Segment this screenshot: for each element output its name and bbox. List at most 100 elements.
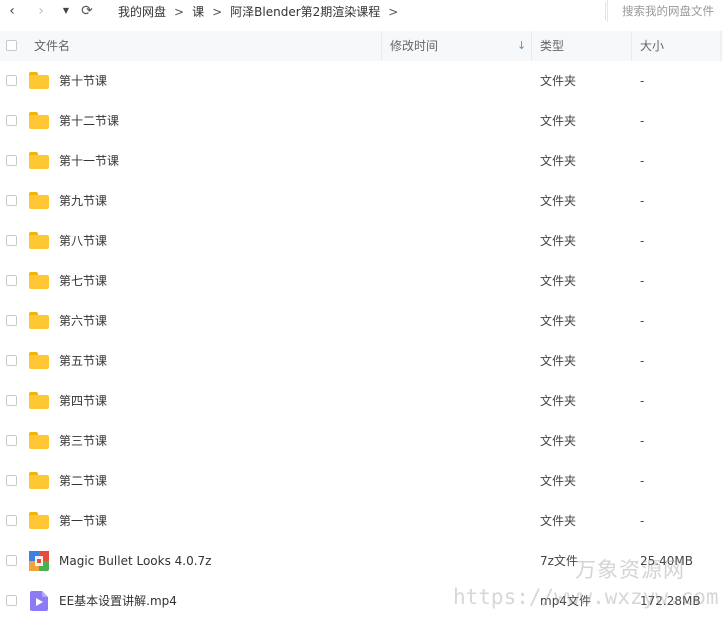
file-type: 文件夹 — [540, 474, 577, 488]
search-input[interactable]: 搜索我的网盘文件 — [607, 0, 723, 22]
file-row[interactable]: 第一节课 文件夹 - — [0, 501, 723, 541]
file-row[interactable]: 第十节课 文件夹 - — [0, 61, 723, 101]
forward-arrow-icon[interactable]: › — [33, 0, 49, 22]
file-row[interactable]: 第四节课 文件夹 - — [0, 381, 723, 421]
folder-icon — [29, 352, 49, 369]
file-row[interactable]: 第九节课 文件夹 - — [0, 181, 723, 221]
file-type: 文件夹 — [540, 314, 577, 328]
file-type: 文件夹 — [540, 274, 577, 288]
row-checkbox[interactable] — [6, 395, 17, 406]
column-header-name[interactable]: 文件名 — [34, 31, 70, 61]
file-list-header: 文件名 修改时间 ↓ 类型 大小 — [0, 31, 723, 61]
file-name[interactable]: 第八节课 — [59, 221, 107, 261]
refresh-icon[interactable]: ⟳ — [78, 0, 96, 22]
breadcrumb-item-course[interactable]: 课 — [192, 3, 204, 20]
column-divider — [631, 31, 632, 61]
file-size: - — [640, 114, 645, 128]
file-name[interactable]: 第十二节课 — [59, 101, 119, 141]
folder-icon — [29, 392, 49, 409]
file-row[interactable]: 第二节课 文件夹 - — [0, 461, 723, 501]
file-type: 文件夹 — [540, 154, 577, 168]
file-size: - — [640, 154, 645, 168]
column-header-modified[interactable]: 修改时间 — [390, 31, 438, 61]
archive-icon — [29, 551, 49, 571]
file-type: 文件夹 — [540, 434, 577, 448]
file-size: - — [640, 314, 645, 328]
file-row[interactable]: 第八节课 文件夹 - — [0, 221, 723, 261]
file-name[interactable]: 第十一节课 — [59, 141, 119, 181]
folder-icon — [29, 112, 49, 129]
file-size: - — [640, 474, 645, 488]
file-size: - — [640, 394, 645, 408]
breadcrumb-item-my-drive[interactable]: 我的网盘 — [118, 3, 166, 20]
sort-descending-icon[interactable]: ↓ — [517, 31, 526, 61]
row-checkbox[interactable] — [6, 155, 17, 166]
breadcrumb: 我的网盘 > 课 > 阿泽Blender第2期渲染课程 > — [118, 3, 406, 20]
row-checkbox[interactable] — [6, 195, 17, 206]
breadcrumb-separator: > — [388, 5, 399, 19]
folder-icon — [29, 472, 49, 489]
folder-icon — [29, 512, 49, 529]
file-name[interactable]: 第四节课 — [59, 381, 107, 421]
breadcrumb-item-current-folder[interactable]: 阿泽Blender第2期渲染课程 — [230, 3, 380, 20]
file-row[interactable]: 第六节课 文件夹 - — [0, 301, 723, 341]
row-checkbox[interactable] — [6, 595, 17, 606]
video-icon — [30, 591, 48, 611]
file-type: 文件夹 — [540, 514, 577, 528]
file-size: - — [640, 274, 645, 288]
row-checkbox[interactable] — [6, 435, 17, 446]
folder-icon — [29, 152, 49, 169]
file-name[interactable]: 第五节课 — [59, 341, 107, 381]
row-checkbox[interactable] — [6, 315, 17, 326]
file-name[interactable]: EE基本设置讲解.mp4 — [59, 581, 177, 621]
row-checkbox[interactable] — [6, 75, 17, 86]
file-size: - — [640, 514, 645, 528]
file-size: - — [640, 354, 645, 368]
select-all-checkbox[interactable] — [6, 40, 17, 51]
file-row[interactable]: 第五节课 文件夹 - — [0, 341, 723, 381]
file-row[interactable]: 第七节课 文件夹 - — [0, 261, 723, 301]
row-checkbox[interactable] — [6, 355, 17, 366]
file-size: - — [640, 194, 645, 208]
file-row[interactable]: 第十二节课 文件夹 - — [0, 101, 723, 141]
column-divider — [531, 31, 532, 61]
folder-icon — [29, 272, 49, 289]
file-name[interactable]: Magic Bullet Looks 4.0.7z — [59, 541, 211, 581]
file-type: 文件夹 — [540, 234, 577, 248]
folder-icon — [29, 72, 49, 89]
column-divider — [720, 31, 721, 61]
column-divider — [381, 31, 382, 61]
file-name[interactable]: 第一节课 — [59, 501, 107, 541]
file-name[interactable]: 第九节课 — [59, 181, 107, 221]
file-type: 文件夹 — [540, 354, 577, 368]
history-dropdown-icon[interactable]: ▼ — [60, 0, 72, 22]
file-name[interactable]: 第三节课 — [59, 421, 107, 461]
row-checkbox[interactable] — [6, 115, 17, 126]
row-checkbox[interactable] — [6, 515, 17, 526]
file-type: 文件夹 — [540, 114, 577, 128]
file-name[interactable]: 第六节课 — [59, 301, 107, 341]
column-header-type[interactable]: 类型 — [540, 31, 564, 61]
row-checkbox[interactable] — [6, 475, 17, 486]
file-type: 7z文件 — [540, 554, 578, 568]
watermark-url: https://www.wxzyw.com — [453, 585, 719, 609]
breadcrumb-separator: > — [174, 5, 185, 19]
folder-icon — [29, 432, 49, 449]
watermark-text: 万象资源网 — [575, 558, 685, 582]
file-row[interactable]: 第三节课 文件夹 - — [0, 421, 723, 461]
file-size: - — [640, 74, 645, 88]
row-checkbox[interactable] — [6, 235, 17, 246]
toolbar: ‹ › ▼ ⟳ 我的网盘 > 课 > 阿泽Blender第2期渲染课程 > 搜索我的网盘文… — [0, 0, 723, 24]
back-arrow-icon[interactable]: ‹ — [4, 0, 20, 22]
file-name[interactable]: 第二节课 — [59, 461, 107, 501]
column-header-size[interactable]: 大小 — [640, 31, 664, 61]
folder-icon — [29, 192, 49, 209]
row-checkbox[interactable] — [6, 275, 17, 286]
file-type: 文件夹 — [540, 194, 577, 208]
row-checkbox[interactable] — [6, 555, 17, 566]
folder-icon — [29, 312, 49, 329]
folder-icon — [29, 232, 49, 249]
file-name[interactable]: 第十节课 — [59, 61, 107, 101]
file-row[interactable]: 第十一节课 文件夹 - — [0, 141, 723, 181]
file-name[interactable]: 第七节课 — [59, 261, 107, 301]
